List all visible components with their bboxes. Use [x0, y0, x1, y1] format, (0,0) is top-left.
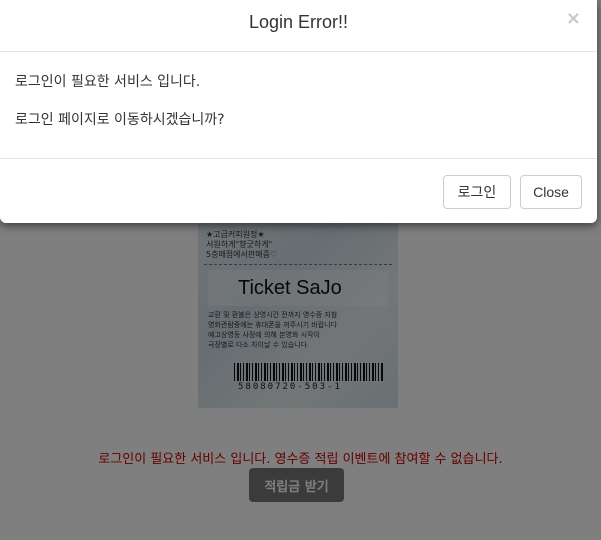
- modal-footer: 로그인 Close: [0, 159, 597, 223]
- login-button[interactable]: 로그인: [443, 175, 511, 209]
- modal-body: 로그인이 필요한 서비스 입니다. 로그인 페이지로 이동하시겠습니까?: [0, 52, 597, 159]
- close-button[interactable]: Close: [520, 175, 582, 209]
- modal-message-line2: 로그인 페이지로 이동하시겠습니까?: [15, 112, 225, 128]
- modal-title: Login Error!!: [248, 12, 349, 32]
- login-error-modal: Login Error!! × 로그인이 필요한 서비스 입니다. 로그인 페이…: [0, 0, 597, 223]
- close-icon[interactable]: ×: [566, 10, 581, 28]
- modal-message-line1: 로그인이 필요한 서비스 입니다.: [15, 74, 201, 90]
- modal-header: Login Error!! ×: [0, 0, 597, 52]
- page: ★고급커피원정★ 서원하게"향긋하게" 5층매점에서판매중♡ Ticket Sa…: [0, 0, 601, 540]
